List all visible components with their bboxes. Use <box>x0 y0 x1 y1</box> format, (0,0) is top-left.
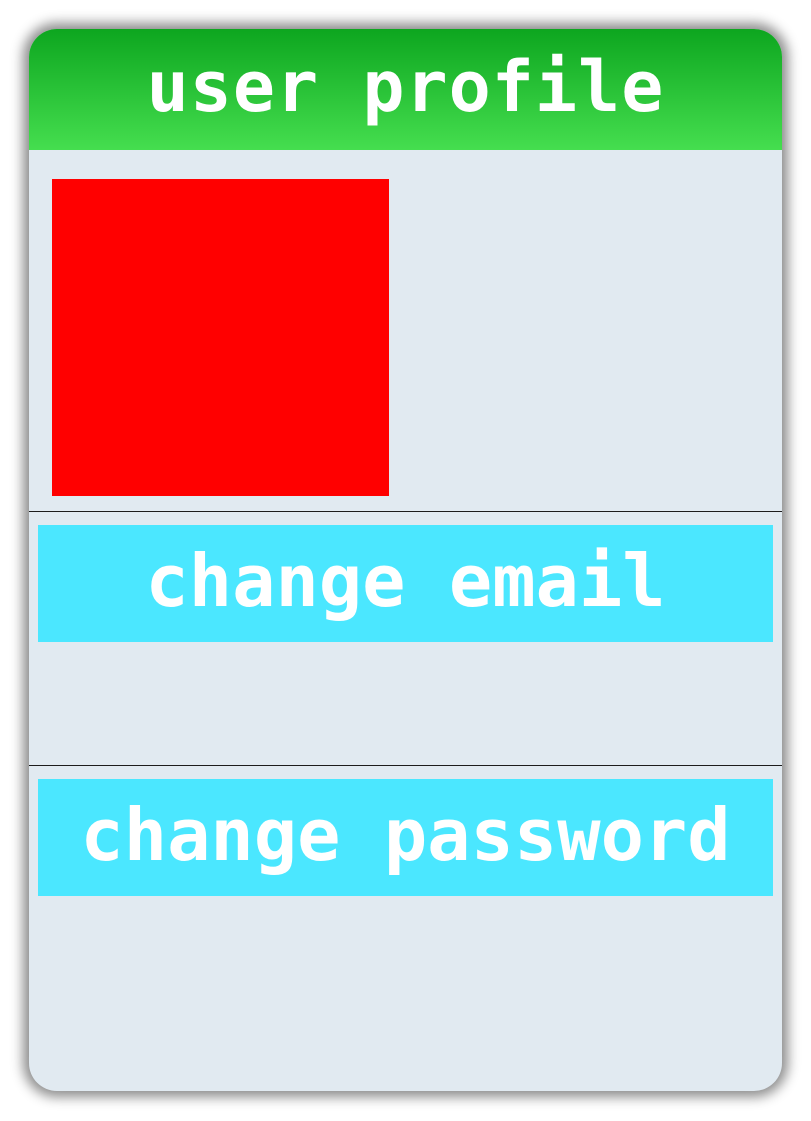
page-title: user profile <box>146 45 665 128</box>
card-header: user profile <box>29 29 782 150</box>
avatar <box>52 179 389 496</box>
avatar-section <box>29 150 782 512</box>
change-email-section: change email <box>29 512 782 766</box>
change-password-section: change password <box>29 766 782 1091</box>
change-email-label: change email <box>145 538 666 623</box>
user-profile-card: user profile change email change passwor… <box>29 29 782 1091</box>
change-password-label: change password <box>80 792 731 877</box>
change-password-button[interactable]: change password <box>38 779 773 896</box>
change-email-button[interactable]: change email <box>38 525 773 642</box>
